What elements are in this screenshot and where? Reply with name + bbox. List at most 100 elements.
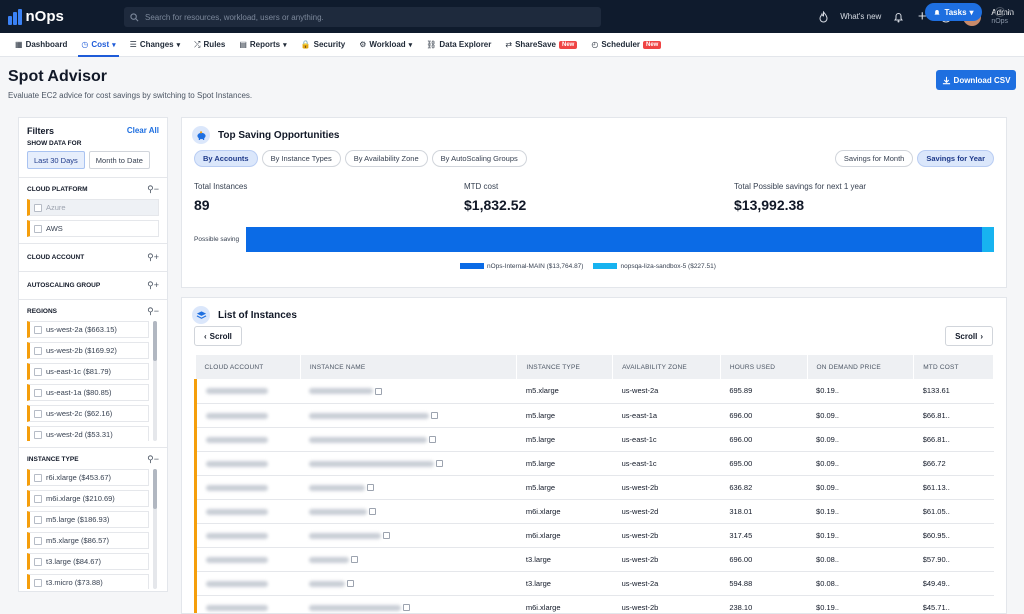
search-minus-icon[interactable]: ⚲− xyxy=(147,454,159,465)
checkbox[interactable] xyxy=(34,367,42,376)
option-aws[interactable]: AWS xyxy=(27,220,159,237)
table-row[interactable]: m5.large us-east-1a 696.00 $0.09.. $66.81.. xyxy=(194,403,994,428)
nav-item-cost[interactable]: ◷ Cost ▾ xyxy=(74,33,122,57)
table-row[interactable]: m5.large us-east-1c 696.00 $0.09.. $66.81.. xyxy=(194,427,994,452)
period-last-30-days[interactable]: Last 30 Days xyxy=(27,151,85,169)
filter-option[interactable]: m6i.xlarge ($210.69) xyxy=(27,490,149,507)
clear-all-link[interactable]: Clear All xyxy=(127,126,159,136)
bell-icon[interactable] xyxy=(891,10,905,24)
column-header[interactable]: MTD COST xyxy=(913,355,994,379)
nav-item-reports[interactable]: ▤ Reports ▾ xyxy=(232,33,293,57)
filter-option[interactable]: m5.large ($186.93) xyxy=(27,511,149,528)
nav-item-data-explorer[interactable]: ⛓ Data Explorer xyxy=(419,33,498,57)
table-row[interactable]: m5.large us-east-1c 695.00 $0.09.. $66.72 xyxy=(194,451,994,476)
filter-option[interactable]: t3.large ($84.67) xyxy=(27,553,149,570)
checkbox[interactable] xyxy=(34,224,42,233)
filter-option[interactable]: us-west-2d ($53.31) xyxy=(27,426,149,441)
checkbox[interactable] xyxy=(34,494,42,503)
instance-name-cell[interactable] xyxy=(300,451,517,476)
checkbox[interactable] xyxy=(34,388,42,397)
instance-name-cell[interactable] xyxy=(300,523,517,548)
search-minus-icon[interactable]: ⚲− xyxy=(147,306,159,317)
checkbox[interactable] xyxy=(34,409,42,418)
instance-name-cell[interactable] xyxy=(300,499,517,524)
instance-name-cell[interactable] xyxy=(300,403,517,428)
nav-item-changes[interactable]: ☰ Changes ▾ xyxy=(123,33,187,57)
download-csv-button[interactable]: Download CSV xyxy=(936,70,1016,90)
search-plus-icon[interactable]: ⚲+ xyxy=(147,280,159,291)
filter-option[interactable]: us-east-1c ($81.79) xyxy=(27,363,149,380)
filter-option[interactable]: us-west-2c ($62.16) xyxy=(27,405,149,422)
search-plus-icon[interactable]: ⚲+ xyxy=(147,252,159,263)
tab-by-availability-zone[interactable]: By Availability Zone xyxy=(344,150,428,167)
tab-by-autoscaling-groups[interactable]: By AutoScaling Groups xyxy=(431,150,527,167)
table-row[interactable]: m6i.xlarge us-west-2d 318.01 $0.19.. $61.05.… xyxy=(194,499,994,524)
bar-segment-1[interactable] xyxy=(981,227,994,252)
external-link-icon[interactable] xyxy=(429,436,437,444)
instance-type-scrollbar[interactable] xyxy=(153,469,157,589)
nav-item-scheduler[interactable]: ◴ Scheduler New xyxy=(584,33,668,57)
checkbox[interactable] xyxy=(34,203,42,212)
checkbox[interactable] xyxy=(34,578,42,587)
column-header[interactable]: CLOUD ACCOUNT xyxy=(195,355,301,379)
scroll-left-button[interactable]: ‹ Scroll xyxy=(194,326,242,346)
checkbox[interactable] xyxy=(34,346,42,355)
regions-scrollbar[interactable] xyxy=(153,321,157,441)
tasks-button[interactable]: Tasks ▾ xyxy=(925,3,982,21)
filter-option[interactable]: m5.xlarge ($86.57) xyxy=(27,532,149,549)
instance-name-cell[interactable] xyxy=(300,475,517,500)
filter-option[interactable]: us-west-2b ($169.92) xyxy=(27,342,149,359)
filter-option[interactable]: t3.micro ($73.88) xyxy=(27,574,149,589)
column-header[interactable]: INSTANCE TYPE xyxy=(516,355,614,379)
external-link-icon[interactable] xyxy=(369,508,377,516)
nav-item-dashboard[interactable]: ▦ Dashboard xyxy=(8,33,74,57)
tab-by-accounts[interactable]: By Accounts xyxy=(194,150,258,167)
nav-item-security[interactable]: 🔒 Security xyxy=(294,33,353,57)
checkbox[interactable] xyxy=(34,515,42,524)
help-menu[interactable]: ? ▾ xyxy=(995,6,1012,17)
search-minus-icon[interactable]: ⚲− xyxy=(147,184,159,195)
nav-item-sharesave[interactable]: ⇄ ShareSave New xyxy=(498,33,584,57)
external-link-icon[interactable] xyxy=(347,580,355,588)
external-link-icon[interactable] xyxy=(403,604,411,612)
column-header[interactable]: INSTANCE NAME xyxy=(300,355,518,379)
instance-name-cell[interactable] xyxy=(300,595,517,613)
scroll-right-button[interactable]: Scroll › xyxy=(945,326,993,346)
filter-option[interactable]: us-east-1a ($80.85) xyxy=(27,384,149,401)
tab-by-instance-types[interactable]: By Instance Types xyxy=(261,150,341,167)
instance-name-cell[interactable] xyxy=(300,427,517,452)
column-header[interactable]: HOURS USED xyxy=(720,355,808,379)
external-link-icon[interactable] xyxy=(383,532,391,540)
tab-savings-for-year[interactable]: Savings for Year xyxy=(917,150,994,167)
nav-item-rules[interactable]: ⤮ Rules xyxy=(187,33,232,57)
column-header[interactable]: ON DEMAND PRICE xyxy=(807,355,915,379)
search-input[interactable]: Search for resources, workload, users or… xyxy=(145,13,324,22)
table-row[interactable]: t3.large us-west-2a 594.88 $0.08.. $49.49.. xyxy=(194,571,994,596)
period-month-to-date[interactable]: Month to Date xyxy=(88,151,150,169)
external-link-icon[interactable] xyxy=(351,556,359,564)
checkbox[interactable] xyxy=(34,430,42,439)
instance-name-cell[interactable] xyxy=(300,547,517,572)
filter-option[interactable]: us-west-2a ($663.15) xyxy=(27,321,149,338)
option-azure[interactable]: Azure xyxy=(27,199,159,216)
checkbox[interactable] xyxy=(34,536,42,545)
external-link-icon[interactable] xyxy=(436,460,444,468)
column-header[interactable]: AVAILABILITY ZONE xyxy=(612,355,721,379)
filter-option[interactable]: r6i.xlarge ($453.67) xyxy=(27,469,149,486)
external-link-icon[interactable] xyxy=(431,412,439,420)
instance-name-cell[interactable] xyxy=(300,571,517,596)
external-link-icon[interactable] xyxy=(375,387,383,395)
table-row[interactable]: t3.large us-west-2b 696.00 $0.08.. $57.90.. xyxy=(194,547,994,572)
global-search[interactable]: Search for resources, workload, users or… xyxy=(124,7,601,27)
nav-item-workload[interactable]: ⚙ Workload ▾ xyxy=(352,33,419,57)
bar-segment-0[interactable] xyxy=(246,227,982,252)
table-row[interactable]: m6i.xlarge us-west-2b 238.10 $0.19.. $45.71.… xyxy=(194,595,994,613)
flame-icon[interactable] xyxy=(816,10,830,24)
table-row[interactable]: m6i.xlarge us-west-2b 317.45 $0.19.. $60.95.… xyxy=(194,523,994,548)
checkbox[interactable] xyxy=(34,473,42,482)
checkbox[interactable] xyxy=(34,325,42,334)
table-row[interactable]: m5.large us-west-2b 636.82 $0.09.. $61.13.. xyxy=(194,475,994,500)
external-link-icon[interactable] xyxy=(367,484,375,492)
whats-new-link[interactable]: What's new xyxy=(840,12,881,21)
brand-logo[interactable]: nOps xyxy=(8,8,118,25)
